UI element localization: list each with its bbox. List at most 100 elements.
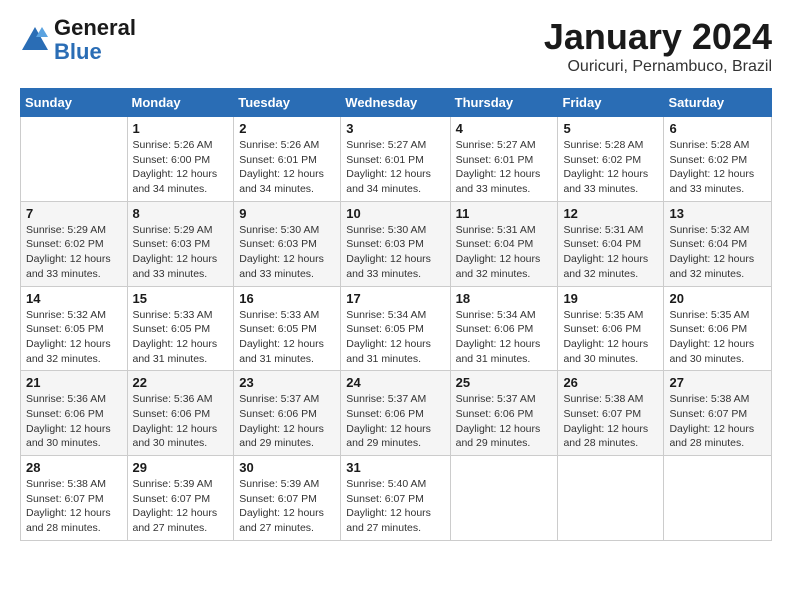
day-info: Sunrise: 5:31 AM Sunset: 6:04 PM Dayligh… (456, 223, 553, 282)
calendar-cell: 22Sunrise: 5:36 AM Sunset: 6:06 PM Dayli… (127, 371, 234, 456)
col-wednesday: Wednesday (341, 89, 450, 117)
day-info: Sunrise: 5:38 AM Sunset: 6:07 PM Dayligh… (669, 392, 766, 451)
day-number: 11 (456, 206, 553, 221)
calendar-cell: 3 Sunrise: 5:27 AM Sunset: 6:01 PM Daylig… (341, 117, 450, 202)
day-info: Sunrise: 5:33 AM Sunset: 6:05 PM Dayligh… (239, 308, 335, 367)
day-info: Sunrise: 5:26 AM Sunset: 6:00 PM Dayligh… (133, 138, 229, 197)
day-number: 22 (133, 375, 229, 390)
calendar-week-row: 28Sunrise: 5:38 AM Sunset: 6:07 PM Dayli… (21, 456, 772, 541)
calendar-cell: 13 Sunrise: 5:32 AM Sunset: 6:04 PM Dayli… (664, 201, 772, 286)
calendar-cell: 14 Sunrise: 5:32 AM Sunset: 6:05 PM Dayli… (21, 286, 128, 371)
day-info: Sunrise: 5:37 AM Sunset: 6:06 PM Dayligh… (346, 392, 444, 451)
calendar-cell: 20 Sunrise: 5:35 AM Sunset: 6:06 PM Dayli… (664, 286, 772, 371)
calendar-cell (664, 456, 772, 541)
day-number: 29 (133, 460, 229, 475)
calendar-cell: 8 Sunrise: 5:29 AM Sunset: 6:03 PM Daylig… (127, 201, 234, 286)
day-number: 27 (669, 375, 766, 390)
day-info: Sunrise: 5:27 AM Sunset: 6:01 PM Dayligh… (346, 138, 444, 197)
col-monday: Monday (127, 89, 234, 117)
calendar-cell: 24Sunrise: 5:37 AM Sunset: 6:06 PM Dayli… (341, 371, 450, 456)
calendar-cell: 15 Sunrise: 5:33 AM Sunset: 6:05 PM Dayli… (127, 286, 234, 371)
col-thursday: Thursday (450, 89, 558, 117)
logo: General Blue (20, 16, 136, 64)
calendar-cell: 12 Sunrise: 5:31 AM Sunset: 6:04 PM Dayli… (558, 201, 664, 286)
day-info: Sunrise: 5:35 AM Sunset: 6:06 PM Dayligh… (669, 308, 766, 367)
calendar-cell: 11 Sunrise: 5:31 AM Sunset: 6:04 PM Dayli… (450, 201, 558, 286)
day-info: Sunrise: 5:36 AM Sunset: 6:06 PM Dayligh… (26, 392, 122, 451)
day-number: 19 (563, 291, 658, 306)
calendar-cell: 28Sunrise: 5:38 AM Sunset: 6:07 PM Dayli… (21, 456, 128, 541)
col-sunday: Sunday (21, 89, 128, 117)
location: Ouricuri, Pernambuco, Brazil (544, 58, 772, 76)
calendar-week-row: 1Sunrise: 5:26 AM Sunset: 6:00 PM Daylig… (21, 117, 772, 202)
calendar-cell: 10Sunrise: 5:30 AM Sunset: 6:03 PM Dayli… (341, 201, 450, 286)
day-info: Sunrise: 5:37 AM Sunset: 6:06 PM Dayligh… (456, 392, 553, 451)
day-number: 8 (133, 206, 229, 221)
day-info: Sunrise: 5:33 AM Sunset: 6:05 PM Dayligh… (133, 308, 229, 367)
day-number: 7 (26, 206, 122, 221)
day-number: 30 (239, 460, 335, 475)
day-number: 26 (563, 375, 658, 390)
calendar-table: Sunday Monday Tuesday Wednesday Thursday… (20, 88, 772, 541)
calendar-cell: 5 Sunrise: 5:28 AM Sunset: 6:02 PM Daylig… (558, 117, 664, 202)
logo-text: General Blue (54, 16, 136, 64)
day-info: Sunrise: 5:28 AM Sunset: 6:02 PM Dayligh… (669, 138, 766, 197)
calendar-cell: 19 Sunrise: 5:35 AM Sunset: 6:06 PM Dayli… (558, 286, 664, 371)
calendar-week-row: 14 Sunrise: 5:32 AM Sunset: 6:05 PM Dayli… (21, 286, 772, 371)
calendar-cell (21, 117, 128, 202)
logo-general: General (54, 15, 136, 40)
calendar-cell (450, 456, 558, 541)
day-info: Sunrise: 5:32 AM Sunset: 6:05 PM Dayligh… (26, 308, 122, 367)
calendar-week-row: 21 Sunrise: 5:36 AM Sunset: 6:06 PM Dayli… (21, 371, 772, 456)
col-friday: Friday (558, 89, 664, 117)
calendar-cell: 31 Sunrise: 5:40 AM Sunset: 6:07 PM Dayli… (341, 456, 450, 541)
calendar-cell: 7 Sunrise: 5:29 AM Sunset: 6:02 PM Daylig… (21, 201, 128, 286)
day-number: 20 (669, 291, 766, 306)
day-info: Sunrise: 5:40 AM Sunset: 6:07 PM Dayligh… (346, 477, 444, 536)
day-number: 31 (346, 460, 444, 475)
day-info: Sunrise: 5:34 AM Sunset: 6:06 PM Dayligh… (456, 308, 553, 367)
day-number: 13 (669, 206, 766, 221)
day-info: Sunrise: 5:39 AM Sunset: 6:07 PM Dayligh… (133, 477, 229, 536)
day-number: 17 (346, 291, 444, 306)
day-number: 14 (26, 291, 122, 306)
calendar-cell: 16 Sunrise: 5:33 AM Sunset: 6:05 PM Dayli… (234, 286, 341, 371)
calendar-cell: 27 Sunrise: 5:38 AM Sunset: 6:07 PM Dayli… (664, 371, 772, 456)
calendar-cell: 6 Sunrise: 5:28 AM Sunset: 6:02 PM Daylig… (664, 117, 772, 202)
day-info: Sunrise: 5:34 AM Sunset: 6:05 PM Dayligh… (346, 308, 444, 367)
calendar-cell: 9 Sunrise: 5:30 AM Sunset: 6:03 PM Daylig… (234, 201, 341, 286)
day-info: Sunrise: 5:35 AM Sunset: 6:06 PM Dayligh… (563, 308, 658, 367)
calendar-cell: 25Sunrise: 5:37 AM Sunset: 6:06 PM Dayli… (450, 371, 558, 456)
calendar-cell: 21 Sunrise: 5:36 AM Sunset: 6:06 PM Dayli… (21, 371, 128, 456)
day-info: Sunrise: 5:32 AM Sunset: 6:04 PM Dayligh… (669, 223, 766, 282)
day-number: 5 (563, 121, 658, 136)
day-number: 21 (26, 375, 122, 390)
day-number: 16 (239, 291, 335, 306)
day-number: 18 (456, 291, 553, 306)
day-number: 4 (456, 121, 553, 136)
day-number: 15 (133, 291, 229, 306)
header: General Blue January 2024 Ouricuri, Pern… (20, 16, 772, 76)
day-info: Sunrise: 5:31 AM Sunset: 6:04 PM Dayligh… (563, 223, 658, 282)
day-info: Sunrise: 5:30 AM Sunset: 6:03 PM Dayligh… (239, 223, 335, 282)
calendar-cell (558, 456, 664, 541)
calendar-cell: 17 Sunrise: 5:34 AM Sunset: 6:05 PM Dayli… (341, 286, 450, 371)
day-info: Sunrise: 5:39 AM Sunset: 6:07 PM Dayligh… (239, 477, 335, 536)
day-info: Sunrise: 5:28 AM Sunset: 6:02 PM Dayligh… (563, 138, 658, 197)
calendar-cell: 4 Sunrise: 5:27 AM Sunset: 6:01 PM Daylig… (450, 117, 558, 202)
day-number: 23 (239, 375, 335, 390)
calendar-cell: 30 Sunrise: 5:39 AM Sunset: 6:07 PM Dayli… (234, 456, 341, 541)
day-info: Sunrise: 5:27 AM Sunset: 6:01 PM Dayligh… (456, 138, 553, 197)
calendar-cell: 23Sunrise: 5:37 AM Sunset: 6:06 PM Dayli… (234, 371, 341, 456)
day-number: 6 (669, 121, 766, 136)
day-info: Sunrise: 5:29 AM Sunset: 6:02 PM Dayligh… (26, 223, 122, 282)
day-number: 12 (563, 206, 658, 221)
col-tuesday: Tuesday (234, 89, 341, 117)
logo-blue: Blue (54, 39, 102, 64)
title-block: January 2024 Ouricuri, Pernambuco, Brazi… (544, 16, 772, 76)
day-number: 3 (346, 121, 444, 136)
calendar-cell: 18 Sunrise: 5:34 AM Sunset: 6:06 PM Dayli… (450, 286, 558, 371)
day-info: Sunrise: 5:29 AM Sunset: 6:03 PM Dayligh… (133, 223, 229, 282)
day-info: Sunrise: 5:30 AM Sunset: 6:03 PM Dayligh… (346, 223, 444, 282)
day-number: 9 (239, 206, 335, 221)
